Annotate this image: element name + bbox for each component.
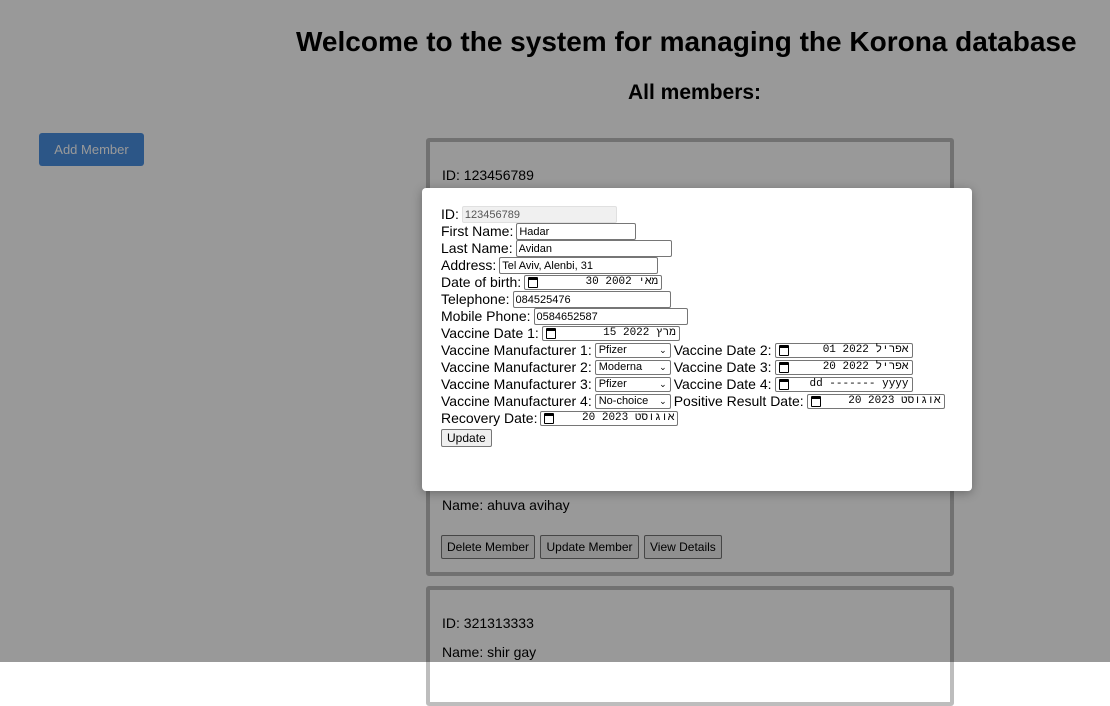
first-name-field[interactable] bbox=[516, 223, 637, 240]
vaccine-date-4-label: Vaccine Date 4: bbox=[673, 376, 772, 392]
vaccine-manufacturer-2-label: Vaccine Manufacturer 2: bbox=[441, 359, 592, 375]
recovery-date-input[interactable]: 20 אוגוסט 2023 bbox=[540, 411, 679, 426]
update-button[interactable]: Update bbox=[441, 428, 492, 447]
positive-result-date-value: 20 אוגוסט 2023 bbox=[848, 395, 941, 407]
last-name-field[interactable] bbox=[515, 240, 672, 257]
calendar-icon[interactable] bbox=[778, 379, 789, 390]
vaccine-manufacturer-4-value: No-choice bbox=[598, 395, 649, 407]
telephone-label: Telephone: bbox=[441, 291, 510, 307]
calendar-icon[interactable] bbox=[528, 277, 539, 288]
vaccine-date-1-label: Vaccine Date 1: bbox=[441, 325, 539, 341]
address-label: Address: bbox=[441, 257, 497, 273]
vaccine-date-2-label: Vaccine Date 2: bbox=[673, 342, 772, 358]
vaccine-date-4-input[interactable]: dd ------- yyyy bbox=[774, 377, 913, 392]
recovery-date-value: 20 אוגוסט 2023 bbox=[582, 412, 675, 424]
address-field[interactable] bbox=[499, 257, 659, 274]
vaccine-manufacturer-4-label: Vaccine Manufacturer 4: bbox=[441, 393, 592, 409]
update-member-modal: ID: First Name: Last Name: Address: Date… bbox=[422, 188, 972, 491]
chevron-down-icon: ⌄ bbox=[659, 396, 667, 406]
positive-result-date-input[interactable]: 20 אוגוסט 2023 bbox=[806, 394, 945, 409]
dob-value: 30 מאי 2002 bbox=[585, 276, 659, 288]
vaccine-date-1-value: 15 מרץ 2022 bbox=[603, 327, 676, 339]
dob-label: Date of birth: bbox=[441, 274, 522, 290]
id-field bbox=[461, 206, 617, 223]
vaccine-manufacturer-1-select[interactable]: Pfizer ⌄ bbox=[594, 343, 671, 358]
calendar-icon[interactable] bbox=[778, 362, 789, 373]
calendar-icon[interactable] bbox=[544, 413, 555, 424]
vaccine-date-1-input[interactable]: 15 מרץ 2022 bbox=[541, 326, 680, 341]
calendar-icon[interactable] bbox=[545, 328, 556, 339]
vaccine-manufacturer-1-label: Vaccine Manufacturer 1: bbox=[441, 342, 592, 358]
chevron-down-icon: ⌄ bbox=[659, 379, 667, 389]
vaccine-manufacturer-3-value: Pfizer bbox=[598, 378, 627, 390]
calendar-icon[interactable] bbox=[778, 345, 789, 356]
vaccine-manufacturer-3-label: Vaccine Manufacturer 3: bbox=[441, 376, 592, 392]
vaccine-date-2-value: 01 אפריל 2022 bbox=[822, 344, 909, 356]
id-label: ID: bbox=[441, 206, 459, 222]
vaccine-date-2-input[interactable]: 01 אפריל 2022 bbox=[774, 343, 913, 358]
chevron-down-icon: ⌄ bbox=[659, 362, 667, 372]
vaccine-manufacturer-1-value: Pfizer bbox=[598, 344, 627, 356]
last-name-label: Last Name: bbox=[441, 240, 513, 256]
recovery-date-label: Recovery Date: bbox=[441, 410, 538, 426]
calendar-icon[interactable] bbox=[810, 396, 821, 407]
positive-result-date-label: Positive Result Date: bbox=[673, 393, 804, 409]
dob-date-input[interactable]: 30 מאי 2002 bbox=[524, 275, 663, 290]
vaccine-manufacturer-2-value: Moderna bbox=[598, 361, 643, 373]
mobile-label: Mobile Phone: bbox=[441, 308, 531, 324]
vaccine-manufacturer-4-select[interactable]: No-choice ⌄ bbox=[594, 394, 671, 409]
vaccine-date-3-value: 20 אפריל 2022 bbox=[822, 361, 909, 373]
chevron-down-icon: ⌄ bbox=[659, 345, 667, 355]
telephone-field[interactable] bbox=[512, 291, 671, 308]
vaccine-date-3-input[interactable]: 20 אפריל 2022 bbox=[774, 360, 913, 375]
vaccine-date-4-value: dd ------- yyyy bbox=[809, 378, 909, 390]
update-member-form: ID: First Name: Last Name: Address: Date… bbox=[441, 206, 948, 447]
vaccine-manufacturer-2-select[interactable]: Moderna ⌄ bbox=[594, 360, 671, 375]
vaccine-date-3-label: Vaccine Date 3: bbox=[673, 359, 772, 375]
mobile-phone-field[interactable] bbox=[533, 308, 688, 325]
vaccine-manufacturer-3-select[interactable]: Pfizer ⌄ bbox=[594, 377, 671, 392]
first-name-label: First Name: bbox=[441, 223, 514, 239]
